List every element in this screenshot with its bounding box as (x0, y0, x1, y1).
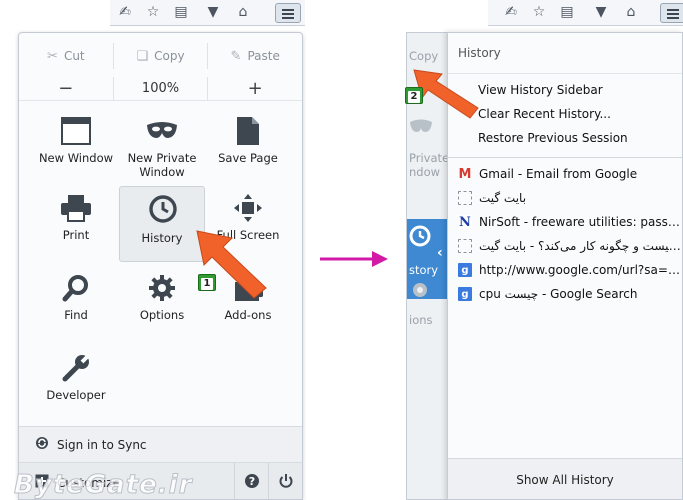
wrench-icon (33, 348, 119, 388)
history-entry[interactable]: g cpu چیست - Google Search (458, 283, 682, 305)
blank-page-icon (458, 239, 472, 253)
home-icon[interactable]: ⌂ (622, 4, 640, 20)
reading-list-icon[interactable]: ▤ (172, 4, 190, 20)
clear-recent-history-link[interactable]: Clear Recent History... (478, 107, 611, 121)
copy-icon: ❏ (136, 48, 149, 64)
history-panel: History View History Sidebar Clear Recen… (447, 32, 683, 500)
sync-icon (35, 436, 49, 453)
print-button[interactable]: Print (33, 188, 119, 262)
clipboard-icon: ✎ (230, 48, 242, 64)
history-entry[interactable]: چیست و چگونه کار می‌کند؟ - بایت گیت CPU (458, 235, 682, 257)
home-icon[interactable]: ⌂ (234, 4, 252, 20)
fullscreen-icon (205, 188, 291, 228)
show-all-history-button[interactable]: Show All History (448, 458, 682, 499)
mask-icon (409, 119, 433, 139)
google-icon: g (458, 263, 472, 277)
save-page-button[interactable]: Save Page (205, 111, 291, 185)
gear-icon (409, 279, 431, 305)
new-private-window-button[interactable]: New Private Window (119, 111, 205, 185)
history-panel-title: History (458, 46, 501, 60)
reading-list-icon[interactable]: ▤ (558, 4, 576, 20)
restore-previous-session-link[interactable]: Restore Previous Session (478, 131, 628, 145)
blank-page-icon (458, 191, 472, 205)
power-icon (278, 473, 294, 492)
developer-button[interactable]: Developer (33, 348, 119, 422)
toolbar-strip-left: ✍ ☆ ▤ ▼ ⌂ (110, 0, 305, 26)
printer-icon (33, 188, 119, 228)
star-icon[interactable]: ☆ (144, 4, 162, 20)
svg-text:?: ? (248, 475, 254, 488)
clock-icon (120, 187, 206, 231)
copy-button[interactable]: ❏ Copy (114, 43, 209, 69)
cut-button[interactable]: ✂ Cut (19, 43, 114, 69)
zoom-controls: − 100% + (19, 77, 302, 101)
menu-button[interactable] (660, 3, 683, 23)
download-icon[interactable]: ▼ (204, 4, 222, 20)
history-entry[interactable]: g http://www.google.com/url?sa=t&rct... (458, 259, 682, 281)
zoom-out-button[interactable]: − (19, 77, 114, 100)
gmail-icon: M (458, 166, 472, 182)
window-icon (33, 111, 119, 151)
paste-button[interactable]: ✎ Paste (208, 43, 302, 69)
transition-arrow (320, 251, 388, 267)
quit-button[interactable] (268, 463, 302, 499)
history-entry[interactable]: M Gmail - Email from Google (458, 163, 682, 185)
google-icon: g (458, 287, 472, 301)
pen-icon[interactable]: ✍ (502, 4, 520, 20)
step-2-badge: 2 (405, 87, 423, 104)
scissors-icon: ✂ (47, 48, 58, 64)
toolbar-strip-right: ✍ ☆ ▤ ▼ ⌂ (488, 0, 683, 26)
zoom-level-button[interactable]: 100% (114, 77, 209, 100)
page-icon (205, 111, 291, 151)
download-icon[interactable]: ▼ (592, 4, 610, 20)
sign-in-to-sync-button[interactable]: Sign in to Sync (19, 426, 302, 462)
pen-icon[interactable]: ✍ (116, 4, 134, 20)
history-entry[interactable]: بایت گیت (458, 187, 682, 209)
edit-controls: ✂ Cut ❏ Copy ✎ Paste (19, 43, 302, 69)
help-button[interactable]: ? (234, 463, 268, 499)
orange-arrow-pointer-1 (196, 230, 267, 299)
clock-icon (409, 225, 431, 251)
menu-button[interactable] (275, 3, 301, 23)
chevron-left-icon: ‹ (437, 245, 443, 261)
star-icon[interactable]: ☆ (530, 4, 548, 20)
zoom-in-button[interactable]: + (208, 77, 302, 100)
history-entry[interactable]: N NirSoft - freeware utilities: password… (458, 211, 682, 233)
nirsoft-icon: N (458, 214, 472, 230)
view-history-sidebar-link[interactable]: View History Sidebar (478, 83, 603, 97)
new-window-button[interactable]: New Window (33, 111, 119, 185)
watermark: ByteGate.ir (13, 470, 193, 500)
find-button[interactable]: Find (33, 268, 119, 342)
question-icon: ? (244, 473, 260, 492)
magnifier-icon (33, 268, 119, 308)
mask-icon (119, 111, 205, 151)
